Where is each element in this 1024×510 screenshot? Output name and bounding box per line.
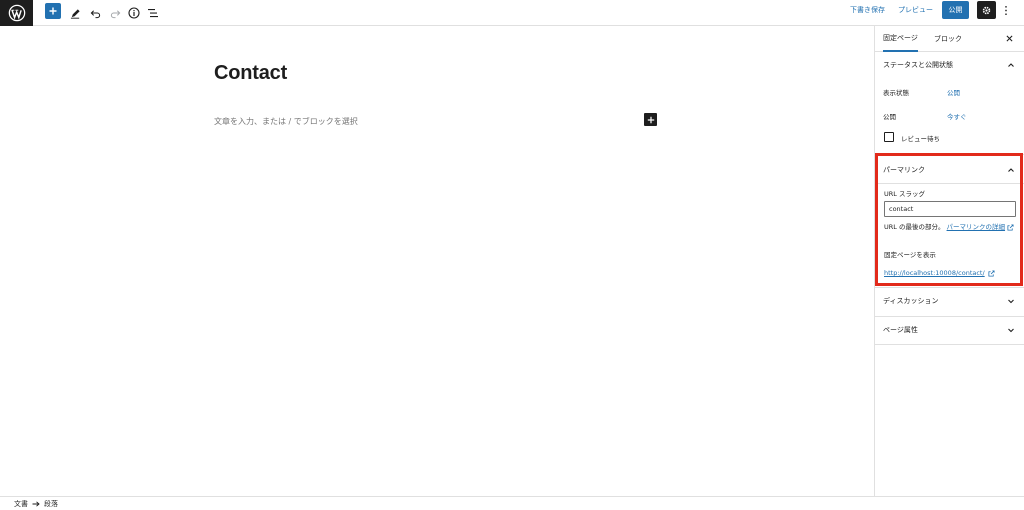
list-view-icon bbox=[148, 9, 158, 18]
kebab-menu-icon bbox=[1005, 5, 1007, 15]
close-icon bbox=[1006, 35, 1012, 41]
sidebar-tabs: 固定ページ ブロック bbox=[875, 26, 1024, 52]
undo-button[interactable] bbox=[87, 0, 103, 26]
gear-icon bbox=[982, 6, 991, 14]
visibility-value-link[interactable]: 公開 bbox=[947, 87, 960, 97]
pending-review-label: レビュー待ち bbox=[901, 135, 940, 143]
settings-button[interactable] bbox=[977, 1, 996, 19]
post-title[interactable]: Contact bbox=[214, 62, 287, 85]
info-icon bbox=[128, 7, 140, 19]
chevron-down-icon bbox=[1008, 328, 1014, 333]
details-button[interactable] bbox=[126, 0, 142, 26]
chevron-down-icon bbox=[1008, 299, 1014, 304]
permalink-highlight-box bbox=[875, 153, 1023, 286]
tab-block[interactable]: ブロック bbox=[934, 26, 962, 52]
block-breadcrumb: 文書 段落 bbox=[0, 496, 1024, 510]
status-panel-toggle[interactable]: ステータスと公開状態 bbox=[875, 52, 1024, 78]
breadcrumb-document[interactable]: 文書 bbox=[14, 499, 28, 509]
list-view-button[interactable] bbox=[145, 0, 161, 26]
page-attributes-panel-title: ページ属性 bbox=[883, 326, 918, 334]
plus-icon bbox=[49, 7, 57, 15]
divider bbox=[875, 344, 1024, 345]
tab-page[interactable]: 固定ページ bbox=[883, 26, 918, 52]
editor-toolbar: 下書き保存 プレビュー 公開 bbox=[0, 0, 1024, 26]
save-draft-button[interactable]: 下書き保存 bbox=[850, 0, 885, 20]
more-options-button[interactable] bbox=[1000, 1, 1012, 19]
edit-tools-button[interactable] bbox=[67, 0, 83, 26]
inline-add-block-button[interactable] bbox=[644, 113, 657, 126]
page-attributes-panel-toggle[interactable]: ページ属性 bbox=[875, 317, 1024, 343]
pencil-icon bbox=[70, 8, 80, 19]
add-block-button[interactable] bbox=[45, 3, 61, 19]
discussion-panel-toggle[interactable]: ディスカッション bbox=[875, 288, 1024, 314]
redo-icon bbox=[110, 9, 120, 18]
redo-button[interactable] bbox=[107, 0, 123, 26]
status-panel-title: ステータスと公開状態 bbox=[883, 61, 953, 69]
visibility-label: 表示状態 bbox=[883, 89, 909, 97]
paragraph-placeholder[interactable]: 文章を入力、または / でブロックを選択 bbox=[214, 116, 358, 127]
wordpress-logo-icon[interactable] bbox=[0, 0, 33, 26]
plus-icon bbox=[647, 116, 654, 123]
publish-date-link[interactable]: 今すぐ bbox=[947, 111, 967, 121]
publish-label: 公開 bbox=[883, 113, 896, 121]
preview-button[interactable]: プレビュー bbox=[898, 0, 933, 20]
close-sidebar-button[interactable] bbox=[1003, 32, 1015, 44]
undo-icon bbox=[90, 9, 100, 18]
publish-button[interactable]: 公開 bbox=[942, 1, 969, 19]
pending-review-checkbox[interactable] bbox=[884, 132, 894, 142]
arrow-right-icon bbox=[32, 500, 40, 507]
chevron-up-icon bbox=[1008, 63, 1014, 67]
discussion-panel-title: ディスカッション bbox=[883, 297, 939, 305]
breadcrumb-paragraph[interactable]: 段落 bbox=[44, 499, 58, 509]
